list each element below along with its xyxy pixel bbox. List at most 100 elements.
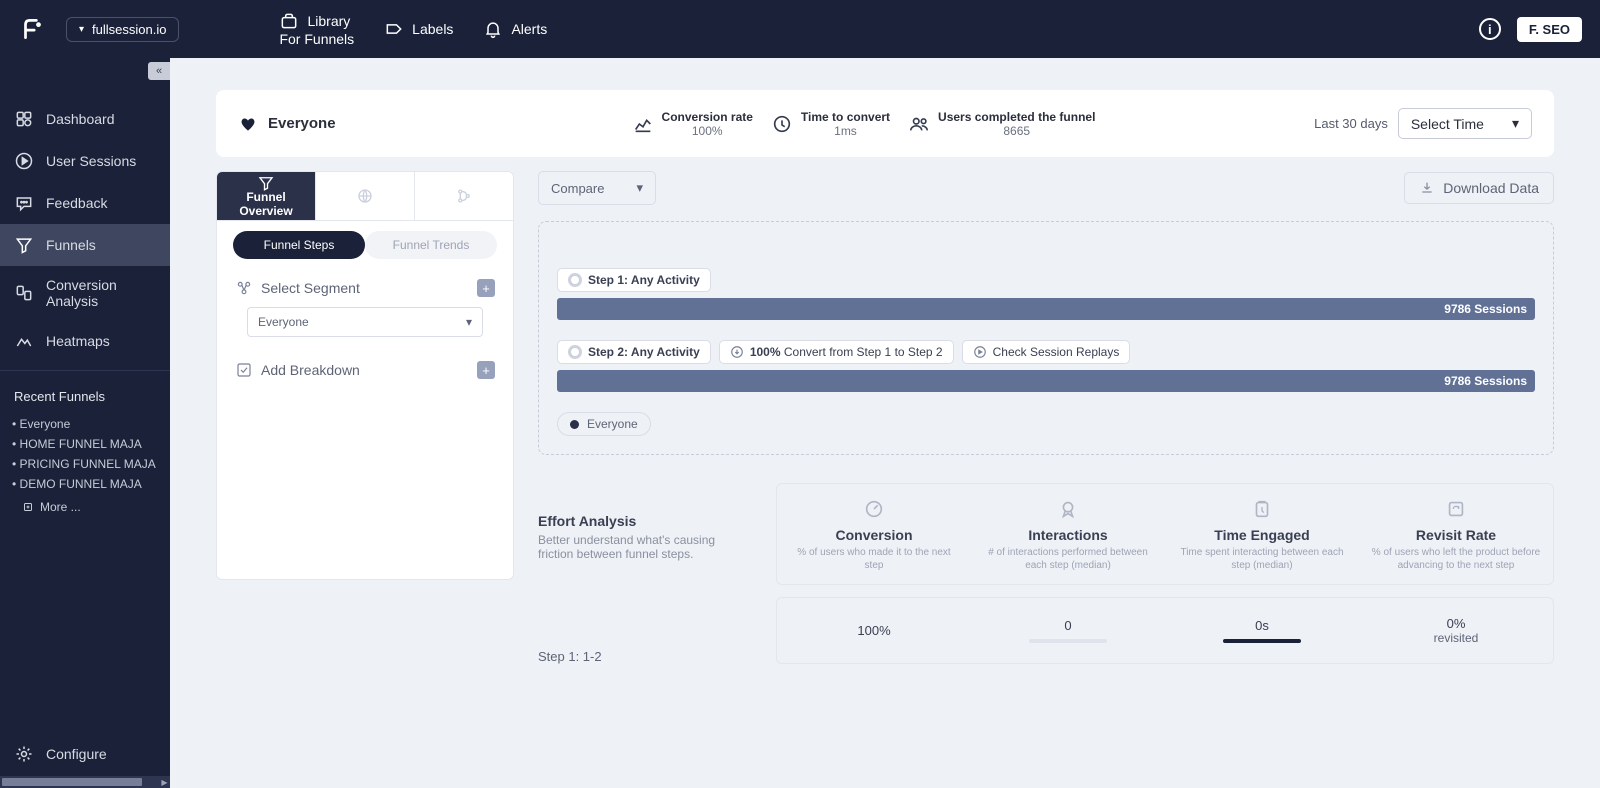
add-breakdown-label: Add Breakdown xyxy=(261,362,360,378)
info-icon[interactable]: i xyxy=(1479,18,1501,40)
conversion-text: Convert from Step 1 to Step 2 xyxy=(781,345,943,359)
gauge-icon xyxy=(863,498,885,520)
tab-label: Funnel xyxy=(246,190,285,204)
effort-col-desc: % of users who left the product before a… xyxy=(1369,546,1543,572)
users-icon xyxy=(908,113,930,135)
recent-funnel-item[interactable]: HOME FUNNEL MAJA xyxy=(22,434,156,454)
metric-label: Time to convert xyxy=(801,110,890,124)
topbar: ▾ fullsession.io Library For Funnels Lab… xyxy=(0,0,1600,58)
compare-dropdown[interactable]: Compare ▾ xyxy=(538,171,656,205)
more-label: More ... xyxy=(40,500,81,514)
main-content: Everyone Conversion rate100% Time to con… xyxy=(170,58,1600,788)
recent-funnels-list: Everyone HOME FUNNEL MAJA PRICING FUNNEL… xyxy=(0,414,170,494)
sidebar-item-feedback[interactable]: Feedback xyxy=(0,182,170,224)
refresh-icon xyxy=(1445,498,1467,520)
select-time-label: Select Time xyxy=(1411,116,1484,132)
radio-icon xyxy=(568,345,582,359)
conversion-pct: 100% xyxy=(750,345,781,359)
funnel-config-panel: Funnel Overview Funnel Steps Funnel Tren… xyxy=(216,171,514,580)
nav-alerts[interactable]: Alerts xyxy=(483,11,547,47)
heart-icon xyxy=(238,114,258,134)
date-range-label: Last 30 days xyxy=(1314,116,1388,131)
funnel-step-2[interactable]: Step 2: Any Activity xyxy=(557,340,711,364)
user-menu[interactable]: F. SEO xyxy=(1517,17,1582,42)
metric-label: Users completed the funnel xyxy=(938,110,1095,124)
metric-value: 100% xyxy=(662,124,753,138)
segment-value: Everyone xyxy=(258,315,309,329)
effort-time-engaged-value: 0s xyxy=(1255,618,1269,633)
effort-conversion-value: 100% xyxy=(857,623,890,638)
sidebar-label: Configure xyxy=(46,746,107,762)
effort-col-desc: Time spent interacting between each step… xyxy=(1175,546,1349,572)
play-icon xyxy=(973,345,987,359)
progress-bar xyxy=(1029,639,1107,643)
branch-icon xyxy=(455,187,473,205)
download-label: Download Data xyxy=(1443,180,1539,196)
metrics-bar: Everyone Conversion rate100% Time to con… xyxy=(216,90,1554,157)
select-time-dropdown[interactable]: Select Time ▾ xyxy=(1398,108,1532,139)
tab-label: Overview xyxy=(239,204,292,218)
tab-funnel-overview[interactable]: Funnel Overview xyxy=(217,172,316,220)
step-label: Step 2: Any Activity xyxy=(588,345,700,359)
breakdown-icon xyxy=(235,361,253,379)
sidebar-label: Feedback xyxy=(46,195,107,211)
add-breakdown-button[interactable]: + xyxy=(477,361,495,379)
chevron-down-icon: ▾ xyxy=(1512,115,1519,132)
select-segment-label: Select Segment xyxy=(261,280,360,296)
funnel-step-1[interactable]: Step 1: Any Activity xyxy=(557,268,711,292)
tab-secondary-1[interactable] xyxy=(316,172,415,220)
nav-library-sublabel: For Funnels xyxy=(279,31,354,47)
add-segment-button[interactable]: + xyxy=(477,279,495,297)
radio-icon xyxy=(568,273,582,287)
legend-dot-icon xyxy=(570,420,579,429)
funnel-bar-2: 9786 Sessions xyxy=(557,370,1535,392)
nav-labels[interactable]: Labels xyxy=(384,11,453,47)
tab-secondary-2[interactable] xyxy=(415,172,513,220)
sidebar-label: Dashboard xyxy=(46,111,115,127)
recent-funnel-item[interactable]: PRICING FUNNEL MAJA xyxy=(22,454,156,474)
effort-analysis-desc: Better understand what's causing frictio… xyxy=(538,533,748,561)
sidebar-scrollbar[interactable]: ▶ xyxy=(0,776,170,788)
effort-step-label: Step 1: 1-2 xyxy=(538,649,748,664)
logo xyxy=(18,15,46,43)
sidebar-item-user-sessions[interactable]: User Sessions xyxy=(0,140,170,182)
effort-col-title: Interactions xyxy=(981,527,1155,543)
subtab-funnel-steps[interactable]: Funnel Steps xyxy=(233,231,365,259)
progress-bar xyxy=(1223,639,1301,643)
nav-library-label: Library xyxy=(307,13,350,29)
clipboard-icon xyxy=(1251,498,1273,520)
globe-icon xyxy=(356,187,374,205)
recent-funnel-item[interactable]: Everyone xyxy=(22,414,156,434)
nav-labels-label: Labels xyxy=(412,21,453,37)
chevron-down-icon: ▾ xyxy=(79,24,84,35)
chevron-down-icon: ▾ xyxy=(466,315,472,329)
arrow-down-icon xyxy=(730,345,744,359)
check-session-replays-button[interactable]: Check Session Replays xyxy=(962,340,1131,364)
sidebar-item-heatmaps[interactable]: Heatmaps xyxy=(0,320,170,362)
download-data-button[interactable]: Download Data xyxy=(1404,172,1554,204)
top-nav: Library For Funnels Labels Alerts xyxy=(279,11,547,47)
sidebar-item-dashboard[interactable]: Dashboard xyxy=(0,98,170,140)
nav-alerts-label: Alerts xyxy=(511,21,547,37)
subtab-funnel-trends[interactable]: Funnel Trends xyxy=(365,231,497,259)
funnel-chart: Step 1: Any Activity 9786 Sessions Step … xyxy=(538,221,1554,455)
legend-item: Everyone xyxy=(557,412,651,436)
sidebar-item-funnels[interactable]: Funnels xyxy=(0,224,170,266)
audience-label: Everyone xyxy=(268,115,336,132)
recent-funnels-more[interactable]: More ... xyxy=(0,494,170,514)
sidebar-item-configure[interactable]: Configure xyxy=(0,732,170,776)
chevron-down-icon: ▾ xyxy=(636,180,643,196)
effort-analysis-title: Effort Analysis xyxy=(538,513,748,529)
segment-dropdown[interactable]: Everyone ▾ xyxy=(247,307,483,337)
workspace-select[interactable]: ▾ fullsession.io xyxy=(66,17,179,42)
sidebar-collapse[interactable]: « xyxy=(148,62,170,80)
effort-col-title: Time Engaged xyxy=(1175,527,1349,543)
nav-library[interactable]: Library xyxy=(279,11,354,31)
workspace-name: fullsession.io xyxy=(92,22,166,37)
recent-funnel-item[interactable]: DEMO FUNNEL MAJA xyxy=(22,474,156,494)
funnel-conversion-chip: 100% Convert from Step 1 to Step 2 xyxy=(719,340,954,364)
compare-label: Compare xyxy=(551,181,604,196)
effort-col-title: Conversion xyxy=(787,527,961,543)
sidebar-item-conversion-analysis[interactable]: Conversion Analysis xyxy=(0,266,170,320)
effort-interactions-value: 0 xyxy=(1064,618,1071,633)
